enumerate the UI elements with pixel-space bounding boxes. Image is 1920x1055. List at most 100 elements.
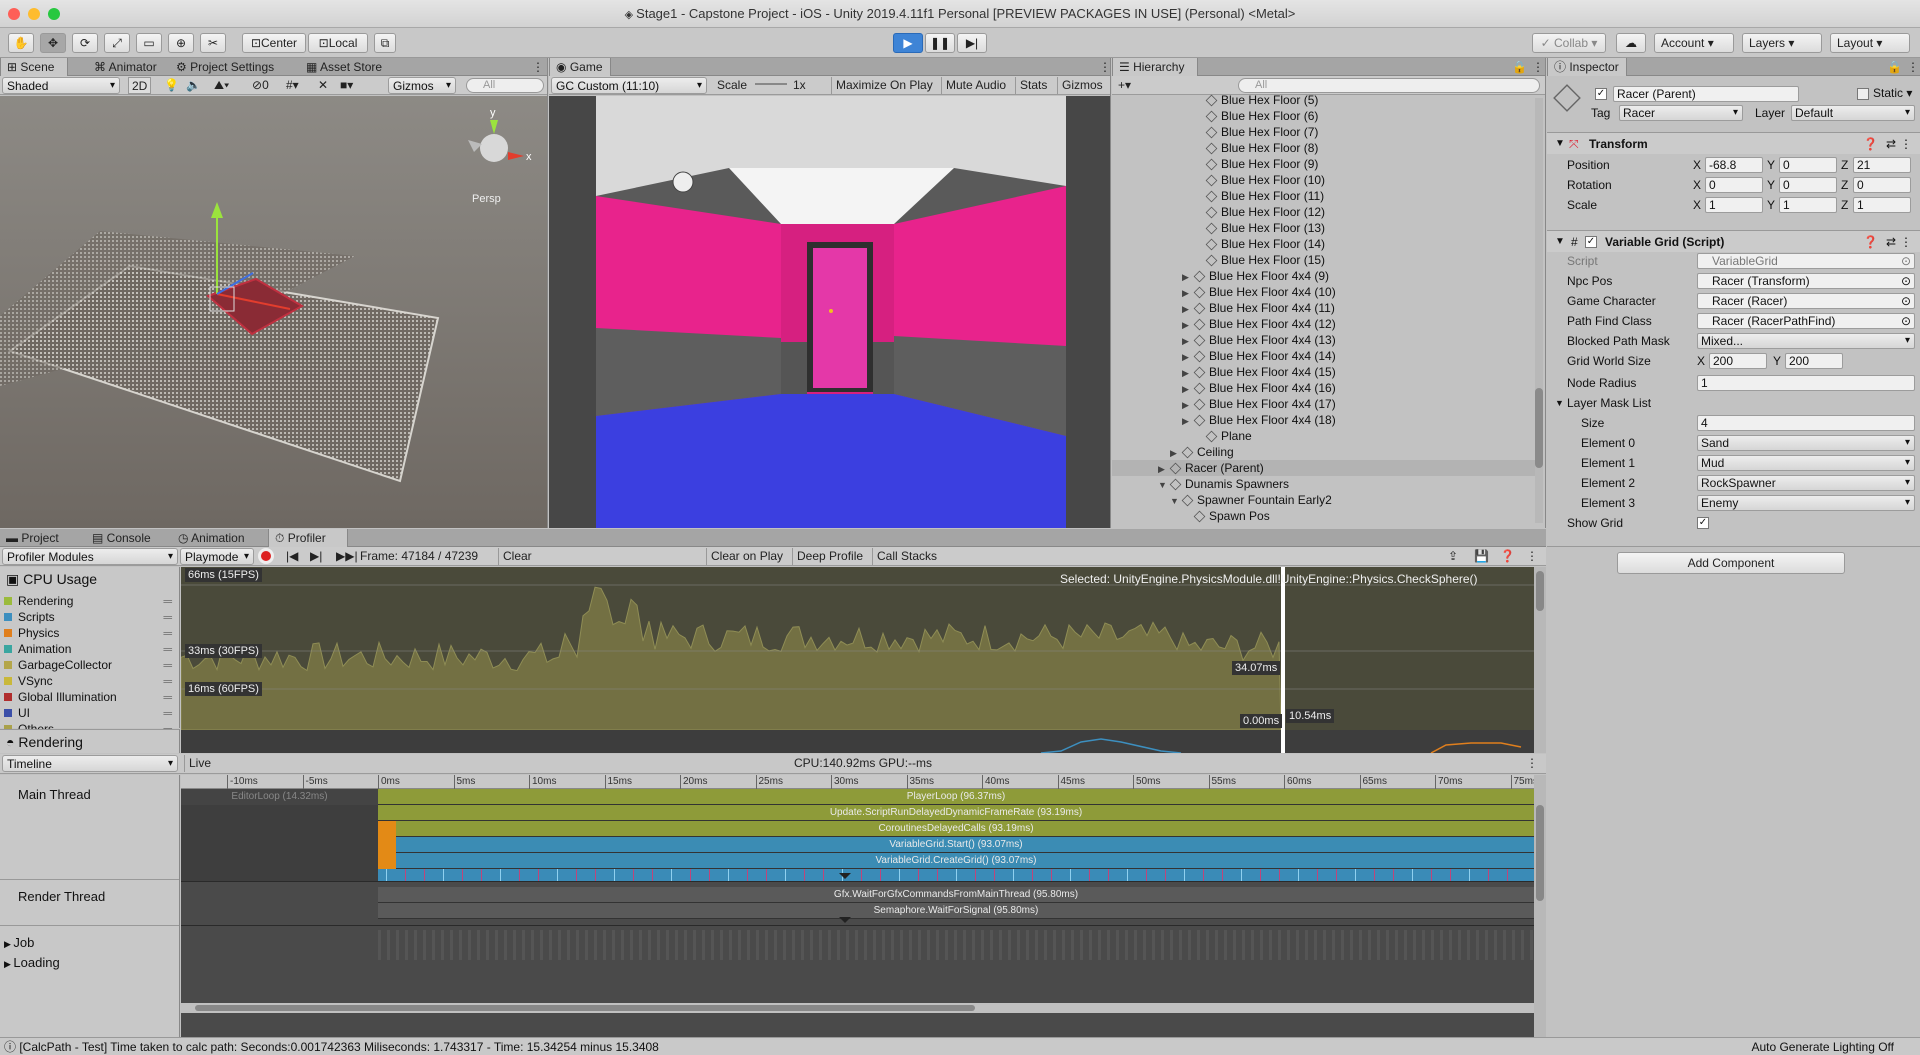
editor-loop-sample[interactable]: EditorLoop (14.32ms) xyxy=(181,789,378,805)
scene-search-input[interactable]: All xyxy=(466,78,544,93)
mute-audio-toggle[interactable]: Mute Audio xyxy=(941,77,1006,94)
layer-mask-dropdown[interactable]: Sand xyxy=(1697,435,1915,451)
stats-toggle[interactable]: Stats xyxy=(1015,77,1047,94)
active-checkbox[interactable]: ✓ xyxy=(1595,88,1607,100)
hierarchy-item[interactable]: ▼ Dunamis Spawners xyxy=(1112,476,1535,492)
main-thread-sample[interactable]: VariableGrid.Start() (93.07ms) xyxy=(378,837,1534,853)
foldout-arrow-icon[interactable]: ▶ xyxy=(1182,381,1194,397)
tab-project[interactable]: ▬ Project xyxy=(0,529,65,547)
main-thread-sample[interactable]: CoroutinesDelayedCalls (93.19ms) xyxy=(378,821,1534,837)
pivot-local-button[interactable]: ⊡Local xyxy=(308,33,368,53)
profiler-modules-dropdown[interactable]: Profiler Modules xyxy=(2,548,178,565)
add-component-button[interactable]: Add Component xyxy=(1617,552,1845,574)
pivot-center-button[interactable]: ⊡Center xyxy=(242,33,306,53)
blocked-path-mask-dropdown[interactable]: Mixed... xyxy=(1697,333,1915,349)
legend-item[interactable]: VSync ═ xyxy=(4,673,176,689)
hierarchy-item[interactable]: ▶ Blue Hex Floor 4x4 (14) xyxy=(1112,348,1535,364)
foldout-arrow-icon[interactable]: ▶ xyxy=(1182,317,1194,333)
preset-icon[interactable]: ⇄ xyxy=(1886,231,1896,253)
legend-item[interactable]: UI ═ xyxy=(4,705,176,721)
drag-handle-icon[interactable]: ═ xyxy=(163,689,172,705)
foldout-arrow-icon[interactable]: ▶ xyxy=(1182,413,1194,429)
timeline-hscrollbar[interactable] xyxy=(181,1003,1534,1013)
tab-project-settings[interactable]: ⚙ Project Settings xyxy=(170,58,280,76)
hierarchy-item[interactable]: Blue Hex Floor (14) xyxy=(1112,236,1535,252)
help-icon[interactable]: ❓ xyxy=(1500,548,1515,565)
foldout-arrow-icon[interactable]: ▶ xyxy=(1170,445,1182,461)
game-viewport[interactable] xyxy=(549,96,1111,528)
tools-icon[interactable]: ✕ xyxy=(318,77,328,94)
cpu-usage-chart[interactable] xyxy=(181,567,1534,753)
play-button[interactable]: ▶ xyxy=(893,33,923,53)
layers-dropdown[interactable]: Layers ▾ xyxy=(1742,33,1822,53)
gizmos-dropdown[interactable]: Gizmos xyxy=(388,77,456,94)
main-thread-sample[interactable]: Update.ScriptRunDelayedDynamicFrameRate … xyxy=(378,805,1534,821)
hierarchy-item[interactable]: ▶ Blue Hex Floor 4x4 (10) xyxy=(1112,284,1535,300)
position-y-field[interactable]: 0 xyxy=(1779,157,1837,173)
drag-handle-icon[interactable]: ═ xyxy=(163,705,172,721)
hierarchy-search-input[interactable]: All xyxy=(1238,78,1540,93)
main-thread-sample[interactable]: VariableGrid.CreateGrid() (93.07ms) xyxy=(378,853,1534,869)
grid-world-size-x-field[interactable]: 200 xyxy=(1709,353,1767,369)
object-reference-field[interactable]: Racer (Racer) ⊙ xyxy=(1697,293,1915,309)
load-icon[interactable]: ⇪ xyxy=(1448,548,1458,565)
chart-scrollbar[interactable] xyxy=(1534,567,1546,753)
first-frame-icon[interactable]: |◀ xyxy=(286,548,298,565)
hierarchy-scrollbar[interactable] xyxy=(1535,98,1543,523)
drag-handle-icon[interactable]: ═ xyxy=(163,609,172,625)
maximize-on-play-toggle[interactable]: Maximize On Play xyxy=(831,77,933,94)
lighting-status[interactable]: Auto Generate Lighting Off xyxy=(1751,1038,1894,1055)
component-menu-icon[interactable]: ⋮ xyxy=(1900,231,1912,253)
help-icon[interactable]: ❓ xyxy=(1863,133,1878,155)
display-aspect-dropdown[interactable]: GC Custom (11:10) xyxy=(551,77,707,94)
thread-render[interactable]: Render Thread xyxy=(18,889,105,904)
timeline-vscrollbar[interactable] xyxy=(1534,775,1546,1037)
zoom-window-button[interactable] xyxy=(48,8,60,20)
object-picker-icon[interactable]: ⊙ xyxy=(1901,254,1911,268)
expand-render-icon[interactable] xyxy=(839,917,851,923)
position-z-field[interactable]: 21 xyxy=(1853,157,1911,173)
render-thread-sample[interactable]: Gfx.WaitForGfxCommandsFromMainThread (95… xyxy=(378,887,1534,903)
scale-x-field[interactable]: 1 xyxy=(1705,197,1763,213)
grid-icon[interactable]: #▾ xyxy=(286,77,299,94)
component-menu-icon[interactable]: ⋮ xyxy=(1900,133,1912,155)
render-thread-sample[interactable]: Semaphore.WaitForSignal (95.80ms) xyxy=(378,903,1534,919)
tag-dropdown[interactable]: Racer xyxy=(1619,105,1743,121)
audio-icon[interactable]: 🔈 xyxy=(186,77,201,94)
profiler-menu-icon[interactable]: ⋮ xyxy=(1526,548,1538,565)
timeline-menu-icon[interactable]: ⋮ xyxy=(1526,755,1538,772)
foldout-arrow-icon[interactable]: ▶ xyxy=(1182,349,1194,365)
tab-animator[interactable]: ⌘ Animator xyxy=(88,58,163,76)
call-stacks-toggle[interactable]: Call Stacks xyxy=(872,548,937,565)
last-frame-icon[interactable]: ▶▶| xyxy=(336,548,358,565)
foldout-arrow-icon[interactable]: ▶ xyxy=(1182,365,1194,381)
show-grid-checkbox[interactable]: ✓ xyxy=(1697,517,1709,529)
pause-button[interactable]: ❚❚ xyxy=(925,33,955,53)
hidden-objects-icon[interactable]: ⊘0 xyxy=(252,77,269,94)
lighting-icon[interactable]: 💡 xyxy=(164,77,179,94)
static-checkbox[interactable] xyxy=(1857,88,1869,100)
rendering-module[interactable]: ◓ Rendering xyxy=(0,729,180,753)
hierarchy-item[interactable]: Blue Hex Floor (6) xyxy=(1112,108,1535,124)
object-reference-field[interactable]: Racer (RacerPathFind) ⊙ xyxy=(1697,313,1915,329)
hierarchy-item[interactable]: Blue Hex Floor (11) xyxy=(1112,188,1535,204)
hierarchy-item[interactable]: ▶ Blue Hex Floor 4x4 (18) xyxy=(1112,412,1535,428)
legend-item[interactable]: GarbageCollector ═ xyxy=(4,657,176,673)
layer-dropdown[interactable]: Default xyxy=(1791,105,1915,121)
game-gizmos-toggle[interactable]: Gizmos xyxy=(1057,77,1103,94)
hand-tool-icon[interactable]: ✋ xyxy=(8,33,34,53)
thread-loading[interactable]: ▶ Loading xyxy=(4,955,60,970)
hierarchy-item[interactable]: Blue Hex Floor (9) xyxy=(1112,156,1535,172)
hierarchy-item[interactable]: ▶ Blue Hex Floor 4x4 (16) xyxy=(1112,380,1535,396)
hierarchy-item[interactable]: Plane xyxy=(1112,428,1535,444)
scale-slider[interactable] xyxy=(755,77,789,94)
drag-handle-icon[interactable]: ═ xyxy=(163,673,172,689)
object-reference-field[interactable]: Racer (Transform) ⊙ xyxy=(1697,273,1915,289)
tab-inspector[interactable]: ⓘ Inspector xyxy=(1547,58,1627,76)
scale-z-field[interactable]: 1 xyxy=(1853,197,1911,213)
rotation-x-field[interactable]: 0 xyxy=(1705,177,1763,193)
hierarchy-item[interactable]: ▼ Spawner Fountain Early2 xyxy=(1112,492,1535,508)
tab-asset-store[interactable]: ▦ Asset Store xyxy=(300,58,388,76)
scale-tool-icon[interactable]: ⤢ xyxy=(104,33,130,53)
drag-handle-icon[interactable]: ═ xyxy=(163,641,172,657)
